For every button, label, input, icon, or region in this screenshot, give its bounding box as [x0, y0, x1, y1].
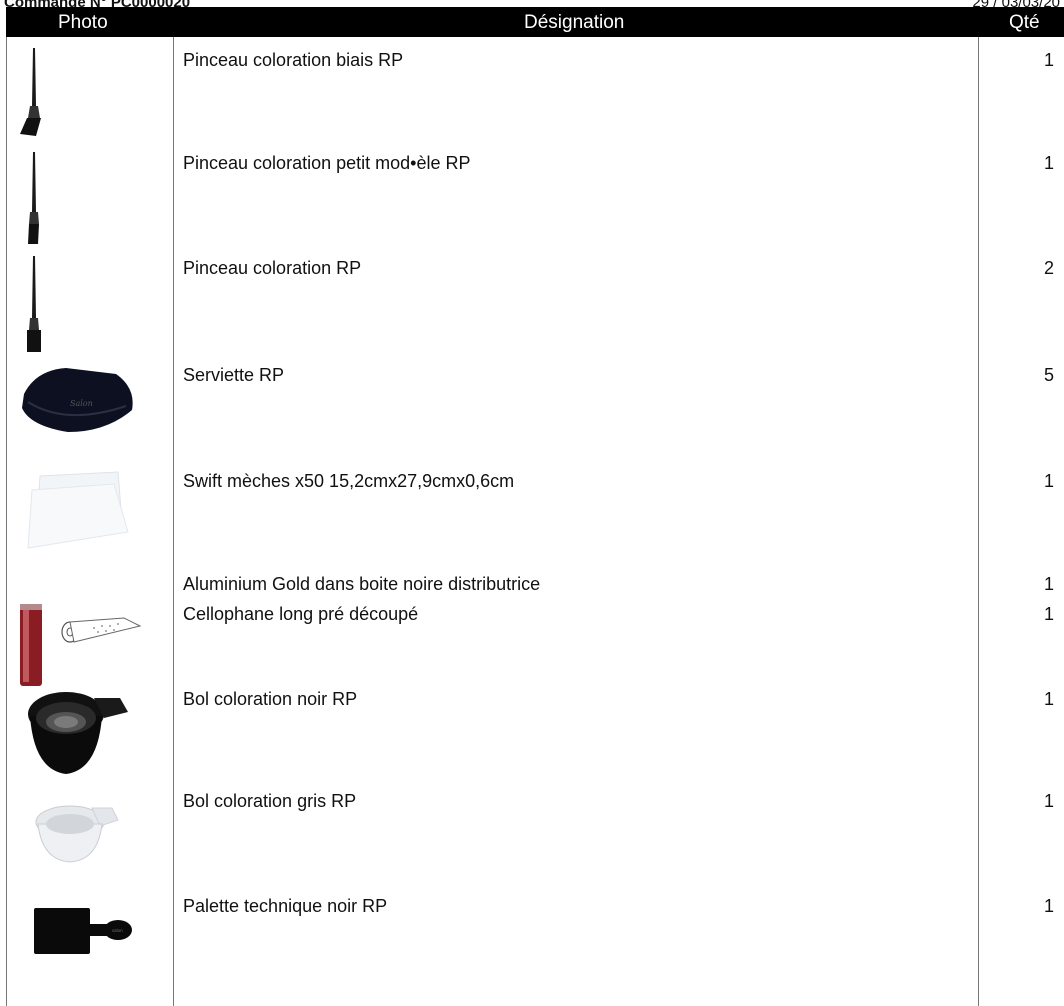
- table-row-qte: 5: [1044, 365, 1055, 385]
- table-row-designation: Palette technique noir RP: [183, 896, 388, 916]
- table-row-qte: 1: [1044, 791, 1055, 811]
- svg-text:Salon: Salon: [70, 399, 93, 408]
- table-row-qte: 2: [1044, 258, 1055, 278]
- table-row-qte: 1: [1044, 574, 1055, 594]
- foil-sheets-photo: [27, 471, 129, 549]
- table-row-designation: Cellophane long pré découpé: [183, 604, 419, 624]
- table-row-designation: Swift mèches x50 15,2cmx27,9cmx0,6cm: [183, 471, 515, 491]
- table-row-designation: Pinceau coloration biais RP: [183, 50, 404, 70]
- table-row-designation: Pinceau coloration RP: [183, 258, 362, 278]
- cellophane-roll-photo: [20, 604, 142, 686]
- towel-photo: Salon: [22, 368, 133, 432]
- table-header: Photo Désignation Qté: [6, 7, 1064, 37]
- table-row-designation: Serviette RP: [183, 365, 285, 385]
- brush-photo: [20, 48, 41, 136]
- column-divider: [173, 37, 174, 1006]
- table-row-qte: 1: [1044, 153, 1055, 173]
- palette-photo: salon: [34, 908, 132, 954]
- table-row-qte: 1: [1044, 604, 1055, 624]
- column-header-qte: Qté: [1009, 12, 1040, 33]
- table-row-designation: Pinceau coloration petit mod•èle RP: [183, 153, 471, 173]
- table-row-qte: 1: [1044, 471, 1055, 491]
- table-row-designation: Bol coloration noir RP: [183, 689, 358, 709]
- black-bowl-photo: [28, 692, 128, 774]
- brush-photo: [28, 152, 39, 244]
- table-row-qte: 1: [1044, 896, 1055, 916]
- table-row-designation: Bol coloration gris RP: [183, 791, 357, 811]
- table-row-qte: 1: [1044, 689, 1055, 709]
- column-header-designation: Désignation: [524, 12, 625, 33]
- svg-text:salon: salon: [112, 928, 123, 933]
- table-row-qte: 1: [1044, 50, 1055, 70]
- table-row-designation: Aluminium Gold dans boite noire distribu…: [183, 574, 541, 594]
- column-divider: [978, 37, 979, 1006]
- column-divider: [6, 37, 7, 1006]
- grey-bowl-photo: [35, 805, 119, 863]
- column-header-photo: Photo: [58, 12, 108, 33]
- brush-photo: [27, 256, 41, 352]
